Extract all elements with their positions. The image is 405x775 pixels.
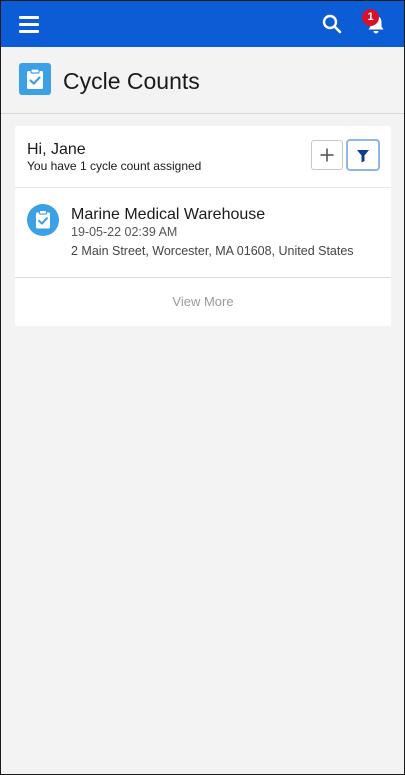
view-more-button[interactable]: View More <box>15 278 391 326</box>
clipboard-check-icon <box>27 204 59 236</box>
add-button[interactable] <box>311 140 343 170</box>
hamburger-icon[interactable] <box>19 15 39 33</box>
record-address: 2 Main Street, Worcester, MA 01608, Unit… <box>71 244 354 258</box>
notification-badge: 1 <box>362 9 379 26</box>
filter-icon <box>357 150 369 163</box>
top-nav-bar: 1 <box>1 1 404 47</box>
record-date: 19-05-22 02:39 AM <box>71 225 178 239</box>
clipboard-check-icon <box>19 63 51 95</box>
cycle-count-card: Hi, Jane You have 1 cycle count assigned <box>15 126 391 326</box>
greeting: Hi, Jane <box>27 141 86 158</box>
cycle-count-record[interactable]: Marine Medical Warehouse 19-05-22 02:39 … <box>15 188 391 277</box>
page-title: Cycle Counts <box>63 68 200 94</box>
page-header: Cycle Counts <box>1 47 404 114</box>
record-name: Marine Medical Warehouse <box>71 206 266 223</box>
app-frame: 1 Cycle Counts Hi, Jane You have 1 cycle… <box>0 0 405 775</box>
plus-icon <box>320 148 334 162</box>
search-icon[interactable] <box>321 13 343 35</box>
assigned-summary: You have 1 cycle count assigned <box>27 159 202 173</box>
filter-button[interactable] <box>346 139 380 171</box>
